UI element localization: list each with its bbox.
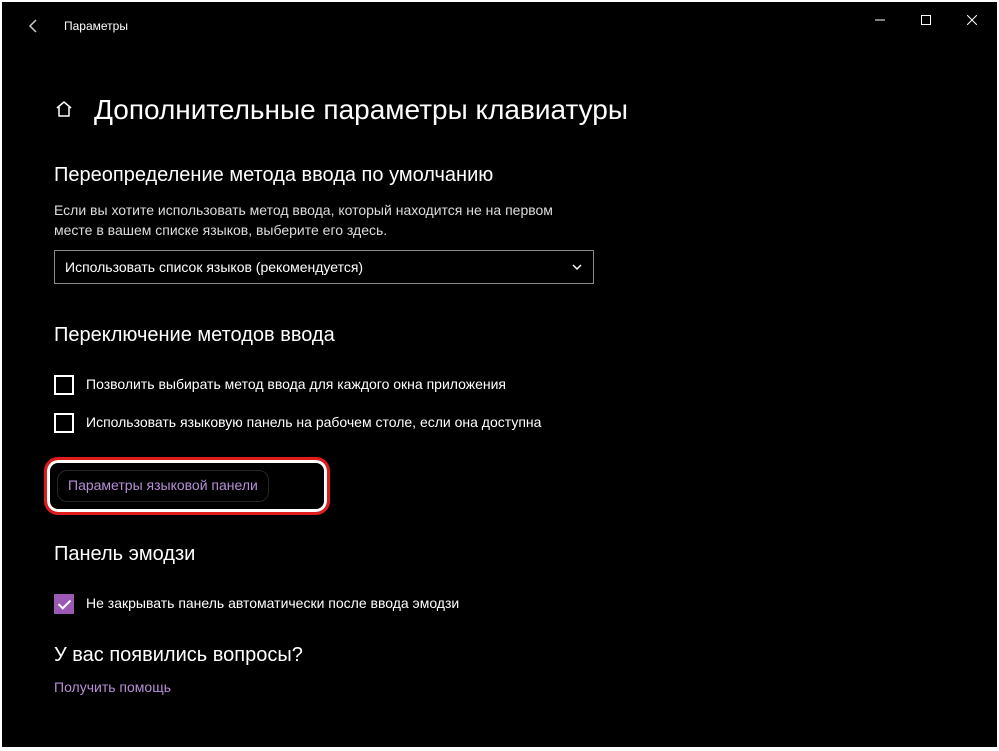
- checkbox-language-bar-label: Использовать языковую панель на рабочем …: [86, 413, 541, 432]
- content-area: Дополнительные параметры клавиатуры Пере…: [4, 94, 995, 697]
- checkbox-per-window-label: Позволить выбирать метод ввода для каждо…: [86, 375, 506, 394]
- checkbox-per-window: Позволить выбирать метод ввода для каждо…: [54, 375, 574, 395]
- close-button[interactable]: [949, 4, 995, 36]
- dropdown-value: Использовать список языков (рекомендуетс…: [65, 259, 363, 275]
- chevron-down-icon: [571, 261, 583, 273]
- language-bar-options-link[interactable]: Параметры языковой панели: [68, 477, 258, 493]
- page-header: Дополнительные параметры клавиатуры: [54, 94, 945, 126]
- minimize-button[interactable]: [857, 4, 903, 36]
- app-title: Параметры: [64, 19, 128, 33]
- back-button[interactable]: [20, 12, 48, 40]
- settings-window: Параметры Дополнительные параметры клави…: [2, 2, 997, 747]
- questions-title: У вас появились вопросы?: [54, 644, 945, 667]
- page-title: Дополнительные параметры клавиатуры: [94, 94, 628, 126]
- checkbox-language-bar: Использовать языковую панель на рабочем …: [54, 413, 574, 433]
- checkbox-emoji-panel-box[interactable]: [54, 594, 74, 614]
- get-help-link[interactable]: Получить помощь: [54, 679, 171, 695]
- section-override-title: Переопределение метода ввода по умолчани…: [54, 164, 945, 187]
- section-emoji-title: Панель эмодзи: [54, 543, 945, 566]
- checkbox-language-bar-box[interactable]: [54, 413, 74, 433]
- default-input-method-dropdown[interactable]: Использовать список языков (рекомендуетс…: [54, 250, 594, 284]
- home-icon[interactable]: [54, 99, 76, 121]
- checkbox-emoji-panel-label: Не закрывать панель автоматически после …: [86, 594, 459, 613]
- section-override-desc: Если вы хотите использовать метод ввода,…: [54, 201, 574, 240]
- section-switching-title: Переключение методов ввода: [54, 324, 945, 347]
- checkbox-emoji-panel: Не закрывать панель автоматически после …: [54, 594, 574, 614]
- maximize-button[interactable]: [903, 4, 949, 36]
- highlight-annotation: Параметры языковой панели: [44, 457, 330, 515]
- checkbox-per-window-box[interactable]: [54, 375, 74, 395]
- window-controls: [857, 4, 995, 36]
- titlebar: Параметры: [4, 4, 995, 48]
- questions-section: У вас появились вопросы? Получить помощь: [54, 644, 945, 697]
